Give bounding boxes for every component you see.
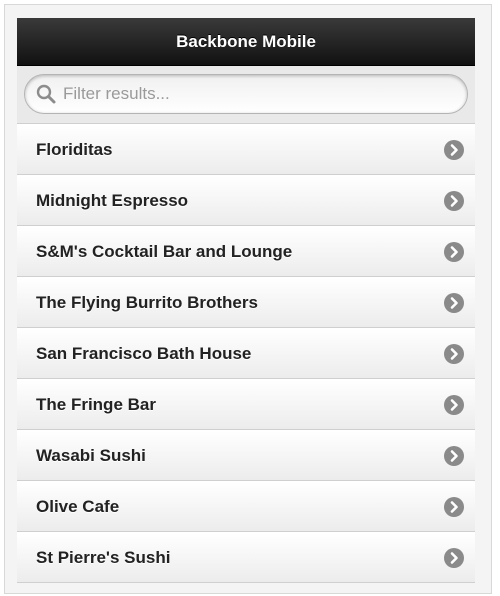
chevron-right-circle-icon [444,394,464,415]
list-item[interactable]: San Francisco Bath House [17,328,475,379]
list-item-label: San Francisco Bath House [36,343,252,363]
list-item-label: The Flying Burrito Brothers [36,292,258,312]
list-item[interactable]: The Flying Burrito Brothers [17,277,475,328]
list-item[interactable]: Midnight Espresso [17,175,475,226]
page-title: Backbone Mobile [176,31,316,51]
list-item[interactable]: S&M's Cocktail Bar and Lounge [17,226,475,277]
list-item[interactable]: Floriditas [17,124,475,175]
list-item[interactable]: Olive Cafe [17,481,475,532]
list-item-label: The Fringe Bar [36,394,156,414]
search-input[interactable] [63,79,443,109]
chevron-right-circle-icon [444,139,464,160]
chevron-right-circle-icon [444,496,464,517]
list-item-label: Olive Cafe [36,496,120,516]
list-item-label: Midnight Espresso [36,190,189,210]
search-icon [36,84,56,104]
chevron-right-circle-icon [444,343,464,364]
chevron-right-circle-icon [444,445,464,466]
results-list: Floriditas Midnight Espresso S&M's Cockt… [17,124,475,583]
list-item[interactable]: Wasabi Sushi [17,430,475,481]
list-item-label: Floriditas [36,139,113,159]
search-field[interactable] [24,74,468,114]
list-item[interactable]: The Fringe Bar [17,379,475,430]
list-item[interactable]: St Pierre's Sushi [17,532,475,583]
header-bar: Backbone Mobile [17,18,475,66]
list-item-label: Wasabi Sushi [36,445,146,465]
chevron-right-circle-icon [444,292,464,313]
search-bar [17,66,475,124]
list-item-label: S&M's Cocktail Bar and Lounge [36,241,293,261]
chevron-right-circle-icon [444,190,464,211]
chevron-right-circle-icon [444,547,464,568]
chevron-right-circle-icon [444,241,464,262]
list-item-label: St Pierre's Sushi [36,547,171,567]
